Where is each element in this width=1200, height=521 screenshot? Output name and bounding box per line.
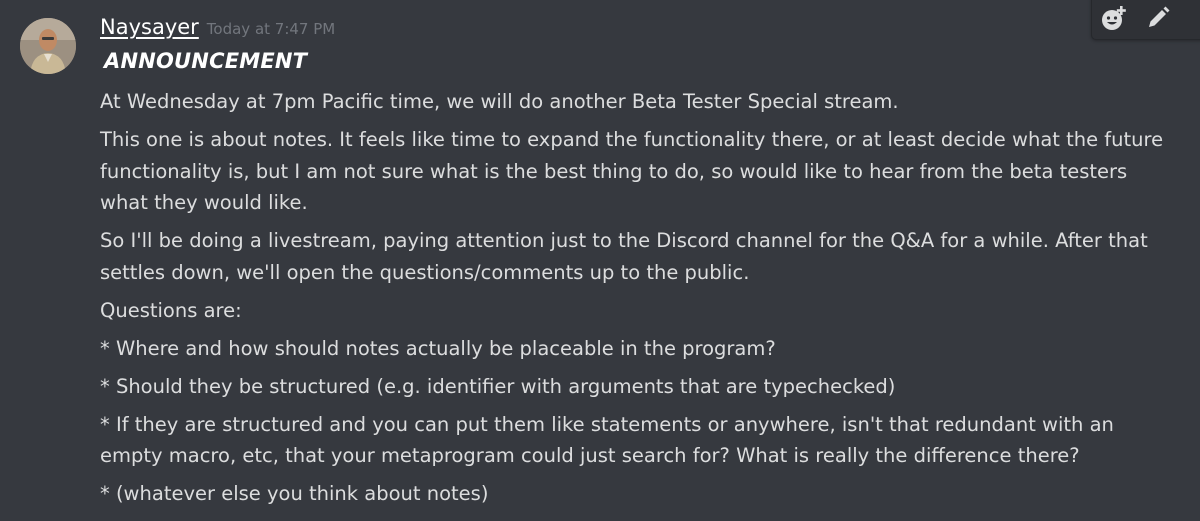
message-pane: Naysayer Today at 7:47 PM ANNOUNCEMENT At… bbox=[0, 0, 1200, 521]
message-timestamp: Today at 7:47 PM bbox=[206, 20, 336, 38]
message-paragraph: * (whatever else you think about notes) bbox=[100, 482, 489, 505]
edit-message-button[interactable] bbox=[1140, 1, 1176, 35]
message-actions-toolbar bbox=[1091, 0, 1200, 40]
message-paragraph: At Wednesday at 7pm Pacific time, we wil… bbox=[100, 90, 899, 113]
message-body: At Wednesday at 7pm Pacific time, we wil… bbox=[100, 86, 1175, 516]
message-paragraph: This one is about notes. It feels like t… bbox=[100, 128, 1164, 214]
announcement-heading: ANNOUNCEMENT bbox=[104, 49, 308, 73]
add-reaction-icon bbox=[1102, 6, 1126, 30]
message-paragraph: * Where and how should notes actually be… bbox=[100, 336, 776, 360]
author-avatar[interactable] bbox=[20, 18, 76, 74]
message-paragraph: * If they are structured and you can put… bbox=[100, 412, 1114, 468]
user-avatar-icon bbox=[20, 18, 76, 74]
message-paragraph: * Should they be structured (e.g. identi… bbox=[100, 374, 896, 398]
message-paragraph: Questions are: bbox=[100, 298, 242, 322]
message-header: Naysayer Today at 7:47 PM bbox=[100, 15, 335, 51]
author-name[interactable]: Naysayer bbox=[100, 15, 199, 39]
edit-pencil-icon bbox=[1149, 6, 1170, 27]
add-reaction-button[interactable] bbox=[1096, 1, 1132, 35]
message-paragraph: So I'll be doing a livestream, paying at… bbox=[100, 229, 1148, 284]
